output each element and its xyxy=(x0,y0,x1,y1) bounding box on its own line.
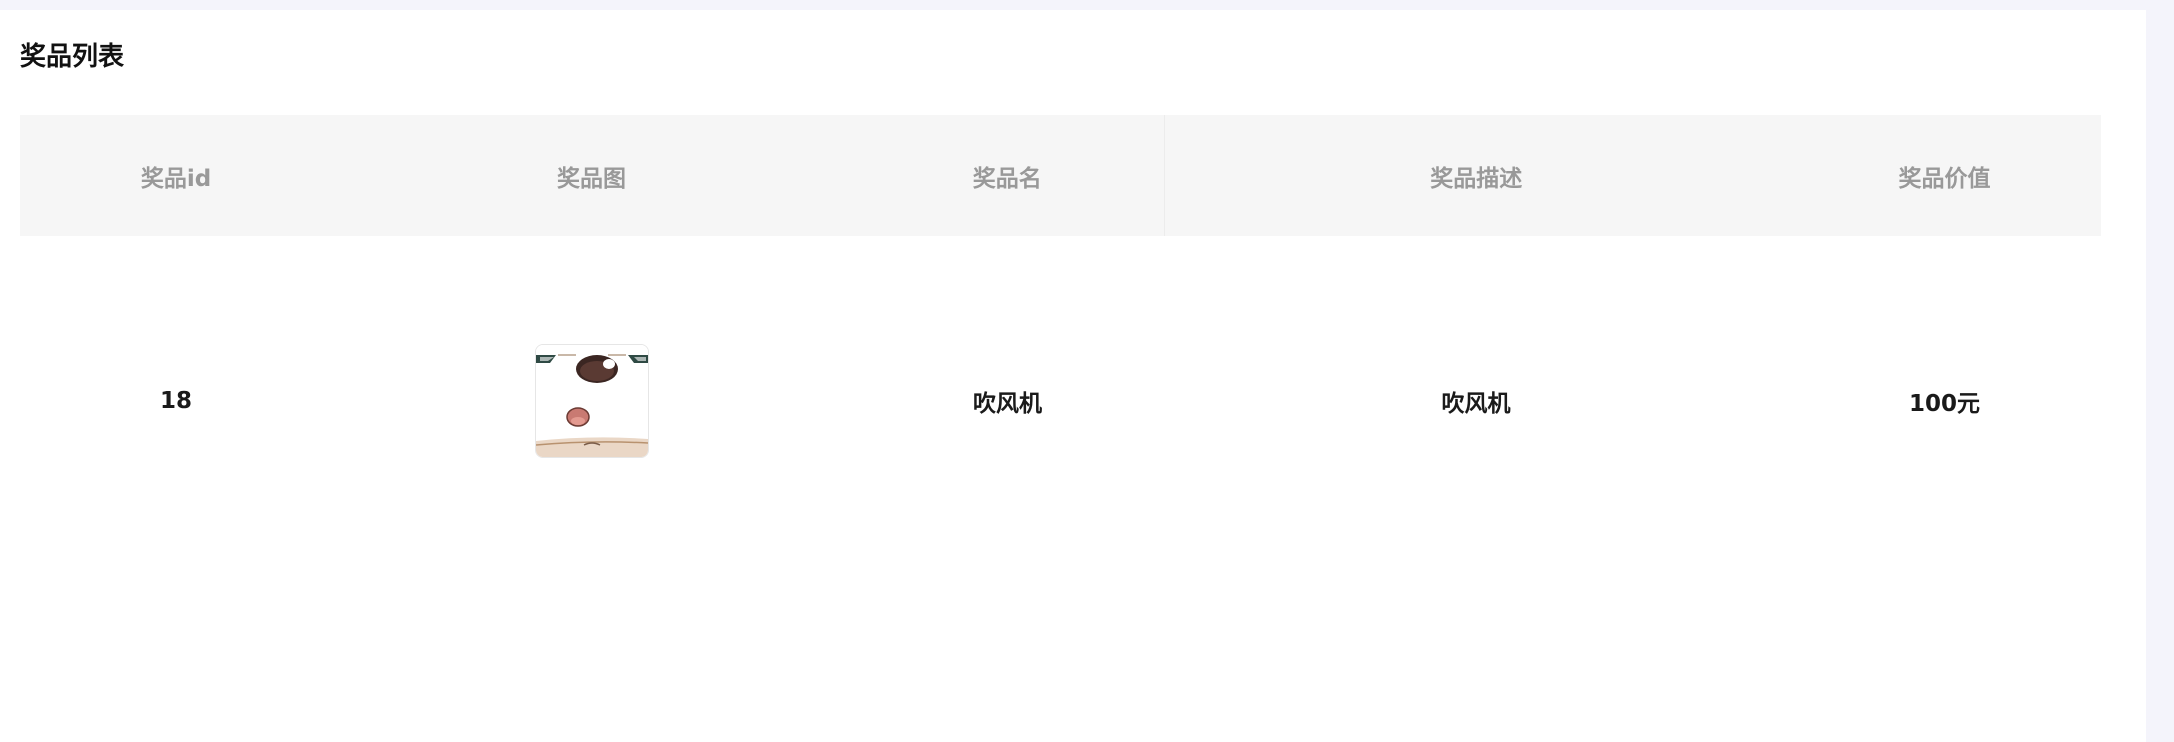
cell-prize-value: 100元 xyxy=(1908,391,1980,417)
prize-table: 奖品id 奖品图 奖品名 奖品描述 奖品价值 18 吹风机 吹风机 100元 xyxy=(20,115,2101,566)
card-title: 奖品列表 xyxy=(20,42,125,72)
table-row: 18 吹风机 吹风机 100元 xyxy=(20,236,2101,566)
prize-list-card: 奖品列表 奖品id 奖品图 奖品名 奖品描述 奖品价值 18 吹风机 吹风机 1… xyxy=(0,10,2146,742)
right-scroll-rail xyxy=(2146,0,2174,742)
table-body: 18 吹风机 吹风机 100元 xyxy=(20,236,2101,566)
column-header-prize-value: 奖品价值 xyxy=(1898,165,1991,192)
column-header-prize-id: 奖品id xyxy=(140,165,212,192)
prize-picture xyxy=(535,345,648,457)
column-header-prize-description: 奖品描述 xyxy=(1163,115,1788,236)
prize-thumbnail-image[interactable] xyxy=(534,344,649,458)
column-header-prize-image: 奖品图 xyxy=(557,165,626,192)
cell-prize-description: 吹风机 xyxy=(1441,391,1511,417)
cell-prize-name: 吹风机 xyxy=(973,391,1042,417)
cell-prize-id: 18 xyxy=(159,388,192,414)
cell-prize-image xyxy=(332,236,851,566)
table-header: 奖品id 奖品图 奖品名 奖品描述 奖品价值 xyxy=(20,115,2101,236)
column-header-prize-name: 奖品名 xyxy=(972,165,1042,192)
table-header-row: 奖品id 奖品图 奖品名 奖品描述 奖品价值 xyxy=(20,115,2101,236)
